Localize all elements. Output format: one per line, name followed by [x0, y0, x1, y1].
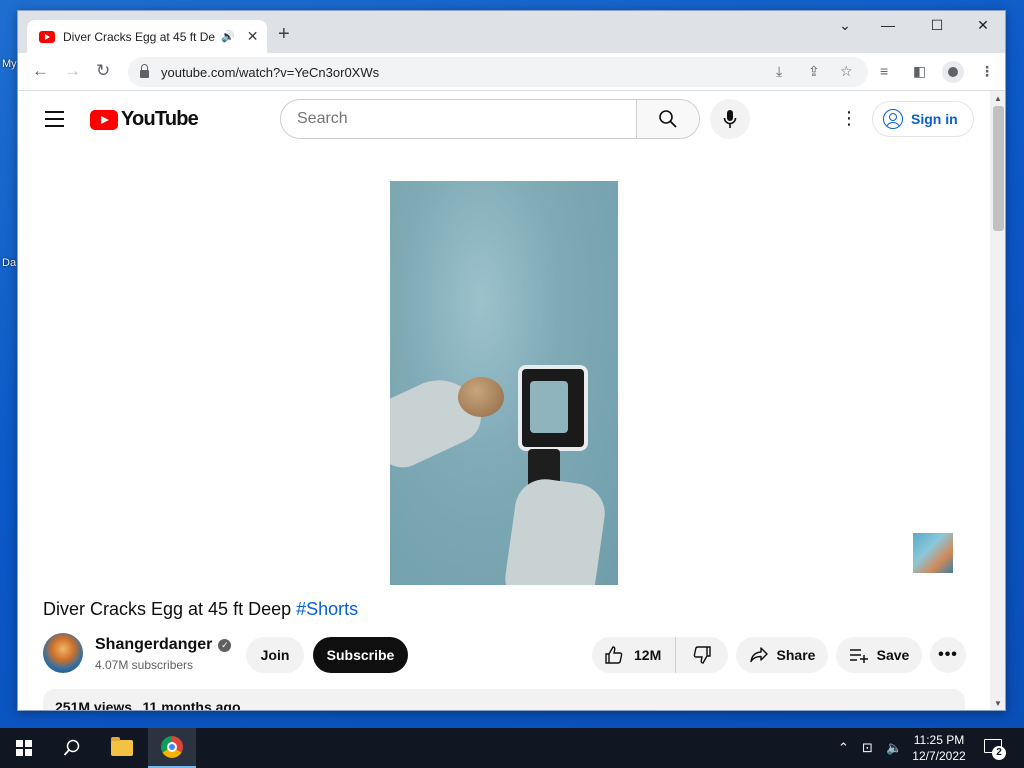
scroll-down-arrow-icon[interactable]: ▼ — [994, 699, 1002, 708]
youtube-logo[interactable]: YouTube — [90, 108, 199, 131]
search-icon — [659, 110, 677, 128]
notification-center-button[interactable]: 2 — [982, 737, 1006, 760]
share-label: Share — [776, 647, 816, 663]
install-icon[interactable]: ⤓ — [776, 63, 782, 80]
join-button[interactable]: Join — [246, 637, 304, 673]
chevron-up-icon[interactable]: ⌃ — [838, 740, 849, 756]
video-frame-camera-screen — [530, 381, 568, 433]
channel-avatar[interactable] — [43, 633, 83, 673]
minimize-icon[interactable]: — — [873, 17, 903, 33]
tab-title: Diver Cracks Egg at 45 ft Deep #Shorts -… — [63, 29, 215, 44]
save-label: Save — [876, 647, 910, 663]
notification-count: 2 — [992, 746, 1006, 760]
video-frame-egg — [458, 377, 504, 417]
reload-icon[interactable]: ↻ — [96, 61, 110, 81]
video-player[interactable] — [390, 181, 618, 585]
speaker-icon[interactable]: 🔊 — [221, 30, 235, 43]
video-title: Diver Cracks Egg at 45 ft Deep #Shorts — [43, 599, 358, 620]
clock-date: 12/7/2022 — [912, 749, 966, 763]
settings-menu-icon[interactable]: ⋮ — [840, 109, 858, 127]
back-arrow-icon[interactable]: ← — [32, 61, 49, 81]
windows-logo-icon — [16, 740, 32, 756]
share-button[interactable]: Share — [736, 637, 828, 673]
hashtag-link[interactable]: #Shorts — [296, 599, 358, 619]
youtube-page: YouTube ⋮ Sign in — [18, 91, 990, 711]
like-count: 12M — [634, 647, 662, 663]
clock-time: 11:25 PM — [913, 733, 965, 747]
bookmark-star-icon[interactable]: ☆ — [840, 63, 853, 80]
side-panel-icon[interactable]: ◧ — [913, 63, 926, 80]
address-url[interactable]: youtube.com/watch?v=YeCn3or0XWs — [161, 65, 379, 80]
thumbs-up-icon — [605, 646, 623, 664]
like-dislike-group: 12M — [592, 637, 728, 673]
hamburger-menu-icon[interactable] — [45, 111, 64, 132]
voice-search-button[interactable] — [710, 99, 750, 139]
description-box[interactable]: 251M views 11 months ago — [43, 689, 965, 711]
lock-icon[interactable] — [140, 64, 149, 78]
share-arrow-icon — [749, 647, 768, 663]
subscribe-button[interactable]: Subscribe — [313, 637, 408, 673]
desktop-icon-label[interactable]: Da — [2, 257, 16, 269]
subscriber-count: 4.07M subscribers — [95, 658, 194, 672]
browser-tab[interactable]: Diver Cracks Egg at 45 ft Deep #Shorts -… — [27, 20, 267, 53]
upload-age: 11 months ago — [142, 699, 241, 711]
new-tab-icon[interactable]: + — [278, 23, 290, 46]
maximize-icon[interactable]: ☐ — [922, 17, 952, 34]
tab-strip: Diver Cracks Egg at 45 ft Deep #Shorts -… — [18, 11, 1005, 53]
profile-avatar-icon[interactable] — [942, 61, 964, 83]
file-explorer-button[interactable] — [98, 728, 146, 768]
tab-search-chevron-icon[interactable]: ⌄ — [830, 17, 860, 34]
search-box — [280, 99, 700, 139]
desktop-icon-label[interactable]: My — [2, 58, 17, 70]
account-circle-icon — [883, 109, 903, 129]
system-clock[interactable]: 11:25 PM 12/7/2022 — [900, 732, 978, 764]
browser-window: Diver Cracks Egg at 45 ft Deep #Shorts -… — [17, 10, 1006, 711]
channel-name[interactable]: Shangerdanger ✓ — [95, 636, 232, 654]
thumbs-down-icon — [693, 646, 711, 664]
microphone-icon — [723, 110, 737, 128]
save-button[interactable]: Save — [836, 637, 922, 673]
youtube-wordmark: YouTube — [121, 108, 199, 130]
video-title-text: Diver Cracks Egg at 45 ft Deep — [43, 599, 297, 619]
scrollbar-thumb[interactable] — [993, 106, 1004, 231]
dislike-button[interactable] — [676, 645, 728, 665]
more-actions-icon[interactable]: ••• — [930, 637, 966, 673]
tab-close-icon[interactable]: ✕ — [247, 28, 259, 45]
youtube-favicon-icon — [39, 30, 55, 43]
browser-toolbar: ← → ↻ youtube.com/watch?v=YeCn3or0XWs ⤓ … — [18, 53, 1005, 91]
search-button[interactable] — [636, 100, 699, 138]
share-page-icon[interactable]: ⇪ — [808, 63, 820, 80]
chrome-taskbar-button[interactable] — [148, 728, 196, 768]
channel-name-text[interactable]: Shangerdanger — [95, 636, 212, 654]
add-to-playlist-icon — [849, 649, 868, 663]
scroll-up-arrow-icon[interactable]: ▲ — [994, 94, 1002, 103]
network-icon[interactable]: ⊡ — [862, 740, 873, 756]
channel-watermark-thumbnail[interactable] — [913, 533, 953, 573]
browser-menu-icon[interactable]: ⋮ — [980, 63, 994, 80]
video-frame-hand — [501, 475, 609, 585]
chrome-icon — [161, 736, 183, 758]
page-scrollbar[interactable]: ▲ ▼ — [990, 91, 1005, 710]
media-queue-icon[interactable]: ≡ — [880, 63, 888, 79]
taskbar-search-button[interactable] — [48, 728, 96, 768]
window-close-icon[interactable]: ✕ — [968, 17, 998, 34]
sign-in-button[interactable]: Sign in — [872, 101, 974, 137]
view-count: 251M views — [55, 699, 133, 711]
sign-in-label: Sign in — [911, 111, 958, 127]
verified-check-icon: ✓ — [218, 638, 232, 652]
search-icon — [63, 739, 80, 756]
folder-icon — [111, 737, 133, 756]
address-bar[interactable]: youtube.com/watch?v=YeCn3or0XWs ⤓ ⇪ ☆ — [128, 57, 868, 87]
forward-arrow-icon[interactable]: → — [64, 61, 81, 81]
youtube-play-icon — [90, 109, 118, 130]
start-button[interactable] — [0, 728, 48, 768]
taskbar: ⌃ ⊡ 🔈 11:25 PM 12/7/2022 2 — [0, 728, 1024, 768]
search-input[interactable] — [281, 100, 636, 138]
like-button[interactable]: 12M — [592, 637, 676, 673]
